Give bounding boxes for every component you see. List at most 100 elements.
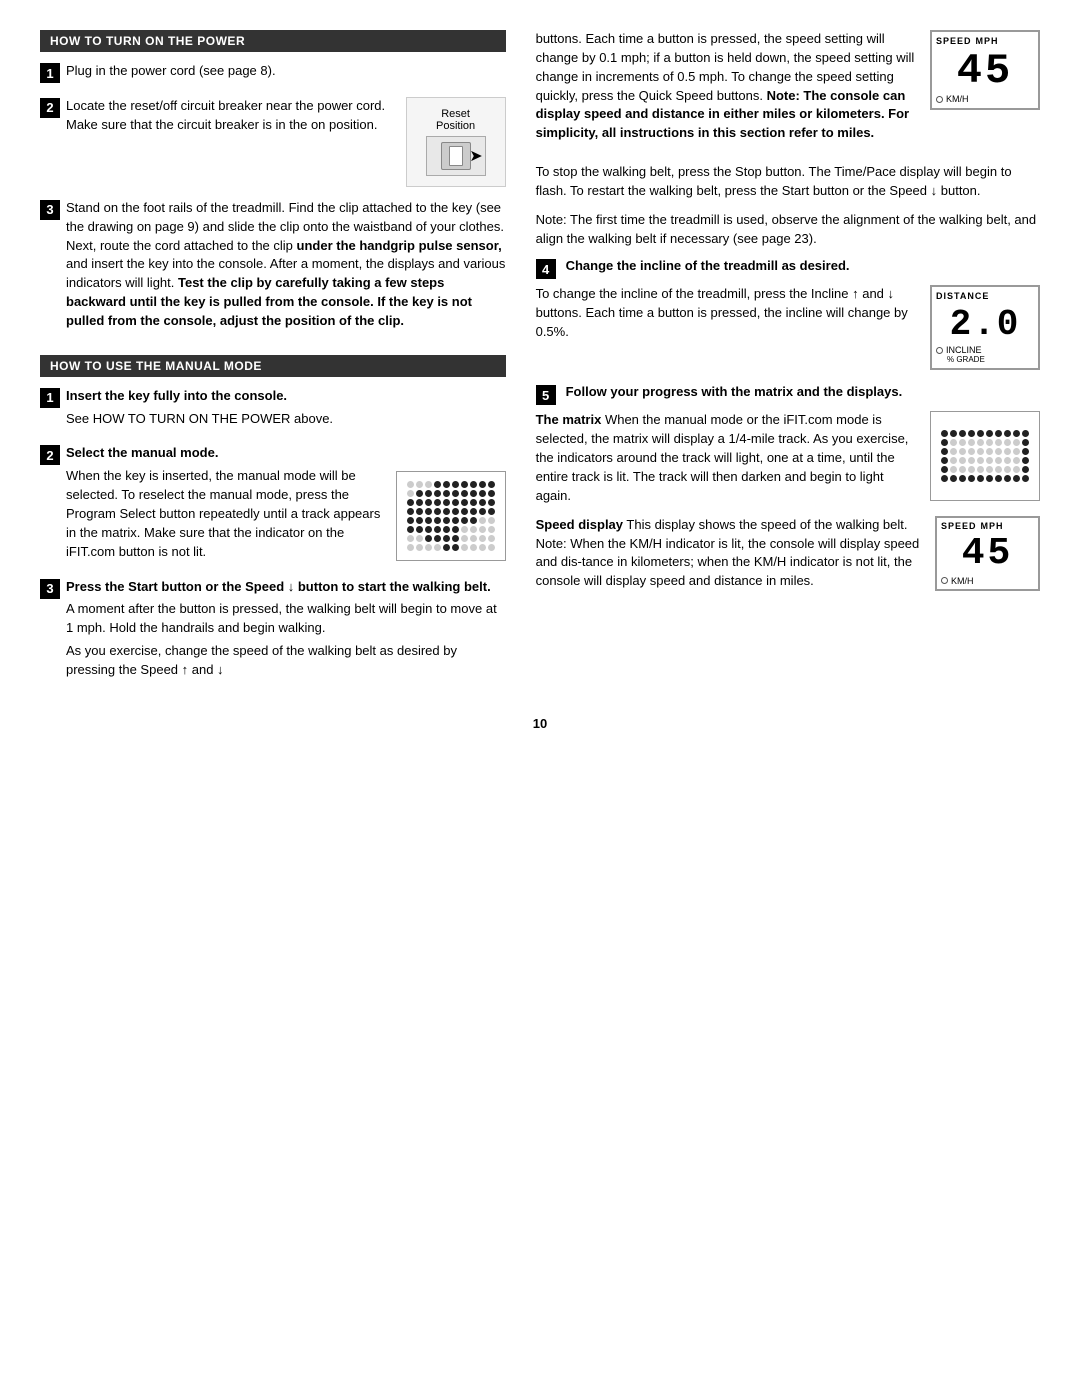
incline-grade-label: % GRADE	[947, 355, 1034, 364]
matrix-bold: The matrix	[536, 412, 602, 427]
matrix-row-7	[407, 535, 495, 542]
dot	[407, 508, 414, 515]
step-4-detail-row: To change the incline of the treadmill, …	[536, 285, 1040, 370]
speed-number-value: 45	[957, 50, 1013, 92]
d	[941, 430, 948, 437]
breaker-body	[449, 146, 463, 166]
speed-display-img-bottom: SPEED MPH 45 KM/H	[935, 516, 1040, 591]
dot	[488, 526, 495, 533]
manual-step-3-text2: As you exercise, change the speed of the…	[66, 642, 506, 680]
dot	[488, 499, 495, 506]
page-layout: HOW TO TURN ON THE POWER 1 Plug in the p…	[40, 30, 1040, 696]
speed-display-number: 45	[936, 48, 1034, 94]
dot	[434, 517, 441, 524]
d	[968, 439, 975, 446]
kmh-dot-b	[941, 577, 948, 584]
speed-label: SPEED	[936, 36, 972, 46]
step-3-power: 3 Stand on the foot rails of the treadmi…	[40, 199, 506, 335]
dot	[443, 490, 450, 497]
dot	[416, 490, 423, 497]
d	[968, 430, 975, 437]
dot	[452, 526, 459, 533]
manual-step-1-heading: Insert the key fully into the console.	[66, 387, 506, 406]
d	[941, 466, 948, 473]
step-2-num: 2	[40, 98, 60, 118]
manual-step-2-inline: When the key is inserted, the manual mod…	[66, 467, 506, 565]
dot	[434, 535, 441, 542]
incline-top-label: DISTANCE	[936, 291, 1034, 301]
d	[959, 475, 966, 482]
incline-dot	[936, 347, 943, 354]
d	[995, 439, 1002, 446]
dot	[488, 544, 495, 551]
d	[1004, 448, 1011, 455]
d	[959, 439, 966, 446]
d	[986, 448, 993, 455]
speed-display-bottom: KM/H	[936, 94, 1034, 104]
dot	[434, 526, 441, 533]
dot	[443, 526, 450, 533]
speed-digit-2: 5	[985, 47, 1013, 95]
dot	[470, 499, 477, 506]
step-1-num: 1	[40, 63, 60, 83]
speed-display-text: Speed display This display shows the spe…	[536, 516, 923, 591]
dot	[488, 490, 495, 497]
step-1-text: Plug in the power cord (see page 8).	[66, 62, 506, 81]
d	[977, 457, 984, 464]
dot	[416, 499, 423, 506]
right-column: buttons. Each time a button is pressed, …	[536, 30, 1040, 696]
dot	[434, 499, 441, 506]
incline-display-img: DISTANCE 2.0 INCLINE % GRADE	[930, 285, 1040, 370]
matrix-row-1	[407, 481, 495, 488]
speed-display-img-top: SPEED MPH 45 KM/H	[930, 30, 1040, 110]
d	[959, 430, 966, 437]
dot	[479, 544, 486, 551]
d	[977, 466, 984, 473]
dot	[479, 517, 486, 524]
dot	[461, 499, 468, 506]
d	[950, 439, 957, 446]
d	[995, 430, 1002, 437]
step-5-row: 5 Follow your progress with the matrix a…	[536, 384, 1040, 405]
dot	[461, 544, 468, 551]
dot	[461, 490, 468, 497]
dot	[407, 490, 414, 497]
step-2-inline: Locate the reset/off circuit breaker nea…	[66, 97, 506, 187]
m-row-3	[941, 448, 1029, 455]
d	[941, 457, 948, 464]
dot	[443, 517, 450, 524]
step-3-num: 3	[40, 200, 60, 220]
manual-step-1-text: See HOW TO TURN ON THE POWER above.	[66, 410, 506, 429]
dot	[488, 517, 495, 524]
speed-display-top: SPEED MPH 45 KM/H	[930, 30, 1040, 153]
d	[959, 457, 966, 464]
step-3-bold1: under the handgrip pulse sensor,	[297, 238, 502, 253]
d	[977, 475, 984, 482]
step-5-speed-row: Speed display This display shows the spe…	[536, 516, 1040, 591]
section-manual-header: HOW TO USE THE MANUAL MODE	[40, 355, 506, 377]
incline-label: INCLINE	[946, 345, 982, 355]
incline-bottom: INCLINE	[936, 345, 1034, 355]
incline-value: 2.0	[950, 304, 1021, 345]
step-5-matrix-row: The matrix When the manual mode or the i…	[536, 411, 1040, 505]
d	[1013, 430, 1020, 437]
dot	[443, 499, 450, 506]
d	[1004, 457, 1011, 464]
dot	[461, 535, 468, 542]
right-top-section: buttons. Each time a button is pressed, …	[536, 30, 1040, 153]
manual-step-2-text: When the key is inserted, the manual mod…	[66, 467, 386, 561]
arrow-icon: ➤	[469, 146, 482, 166]
dot	[407, 544, 414, 551]
d	[995, 475, 1002, 482]
dot	[470, 535, 477, 542]
dot	[443, 481, 450, 488]
manual-step-3: 3 Press the Start button or the Speed ↓ …	[40, 578, 506, 684]
kmh-label: KM/H	[946, 94, 969, 104]
section-power: HOW TO TURN ON THE POWER 1 Plug in the p…	[40, 30, 506, 335]
dot	[479, 535, 486, 542]
d	[941, 475, 948, 482]
dot	[452, 517, 459, 524]
d	[1004, 475, 1011, 482]
step-5-num: 5	[536, 385, 556, 405]
step-3-text: Stand on the foot rails of the treadmill…	[66, 199, 506, 331]
